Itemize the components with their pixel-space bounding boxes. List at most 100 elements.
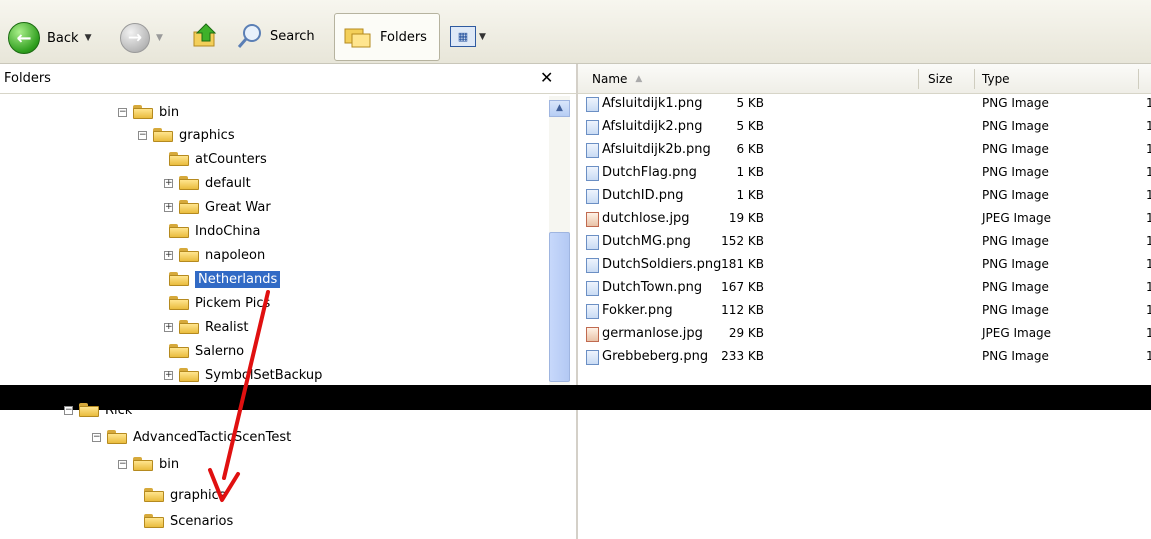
sort-up-icon: ▲ (635, 73, 643, 84)
tree-item[interactable]: − Rick (64, 399, 132, 421)
file-date-modified: 1 (1146, 188, 1151, 202)
collapse-icon[interactable]: − (138, 130, 147, 140)
tree-item[interactable]: Salerno (169, 340, 244, 362)
file-type: JPEG Image (982, 211, 1052, 225)
file-type: PNG Image (982, 303, 1049, 317)
expand-icon[interactable]: + (164, 250, 173, 260)
collapse-icon[interactable]: − (118, 107, 127, 117)
tree-item[interactable]: IndoChina (169, 220, 260, 242)
folder-icon (169, 224, 189, 238)
file-type: PNG Image (982, 142, 1049, 156)
file-row[interactable]: germanlose.jpg 29 KB JPEG Image 1 (578, 324, 1151, 346)
toolbar: ← Back ▼ → ▼ Search Folders ▦ ▼ (0, 0, 1151, 64)
up-folder-button[interactable] (190, 20, 220, 50)
collapse-icon[interactable]: − (64, 405, 73, 415)
back-arrow-icon: ← (8, 22, 40, 54)
jpeg-file-icon (586, 212, 599, 227)
tree-item[interactable]: + Great War (164, 196, 271, 218)
file-row[interactable]: Afsluitdijk2b.png 6 KB PNG Image 1 (578, 140, 1151, 162)
png-file-icon (586, 304, 599, 319)
tree-item-label: Scenarios (170, 513, 234, 529)
png-file-icon (586, 258, 599, 273)
explorer-window: ← Back ▼ → ▼ Search Folders ▦ ▼ Folders … (0, 0, 1151, 539)
expand-icon[interactable]: + (164, 202, 173, 212)
folder-icon (179, 368, 199, 382)
search-button[interactable]: Search (236, 22, 315, 50)
folders-button[interactable]: Folders (334, 13, 440, 61)
tree-item[interactable]: atCounters (169, 148, 267, 170)
tree-item-label: Realist (205, 319, 249, 335)
file-size: 181 KB (721, 257, 764, 271)
png-file-icon (586, 281, 599, 296)
back-label: Back (47, 30, 79, 46)
column-divider[interactable] (1138, 69, 1139, 89)
file-type: PNG Image (982, 234, 1049, 248)
tree-item[interactable]: + Realist (164, 316, 249, 338)
scroll-up-icon[interactable]: ▲ (549, 100, 570, 117)
file-row[interactable]: DutchFlag.png 1 KB PNG Image 1 (578, 163, 1151, 185)
folder-icon (144, 514, 164, 528)
collapse-icon[interactable]: − (92, 432, 101, 442)
tree-item[interactable]: Scenarios (144, 510, 233, 532)
forward-dropdown-icon[interactable]: ▼ (156, 33, 163, 43)
views-dropdown-icon[interactable]: ▼ (479, 32, 486, 42)
png-file-icon (586, 97, 599, 112)
expand-icon[interactable]: + (164, 178, 173, 188)
tree-item[interactable]: Pickem Pics (169, 292, 270, 314)
views-button[interactable]: ▦ ▼ (450, 26, 486, 47)
column-header-name[interactable]: Name ▲ (592, 64, 642, 93)
up-folder-icon (193, 23, 217, 47)
file-row[interactable]: Grebbeberg.png 233 KB PNG Image 1 (578, 347, 1151, 369)
file-row[interactable]: DutchMG.png 152 KB PNG Image 1 (578, 232, 1151, 254)
tree-item[interactable]: Netherlands (169, 268, 281, 290)
column-header-size[interactable]: Size (928, 64, 953, 93)
file-row[interactable]: Afsluitdijk1.png 5 KB PNG Image 1 (578, 94, 1151, 116)
column-divider[interactable] (918, 69, 919, 89)
file-row[interactable]: DutchTown.png 167 KB PNG Image 1 (578, 278, 1151, 300)
tree-item-label: bin (159, 104, 180, 120)
file-size: 6 KB (736, 142, 764, 156)
scrollbar-thumb[interactable] (549, 232, 570, 382)
tree-item[interactable]: + SymbolSetBackup (164, 364, 322, 386)
file-row[interactable]: Afsluitdijk2.png 5 KB PNG Image 1 (578, 117, 1151, 139)
file-date-modified: 1 (1146, 280, 1151, 294)
column-header-type[interactable]: Type (982, 64, 1010, 93)
png-file-icon (586, 350, 599, 365)
back-button[interactable]: ← Back ▼ (8, 22, 91, 54)
back-dropdown-icon[interactable]: ▼ (85, 33, 92, 43)
tree-item-label: IndoChina (195, 223, 261, 239)
expand-icon[interactable]: + (164, 370, 173, 380)
tree-item[interactable]: + napoleon (164, 244, 265, 266)
tree-item[interactable]: + default (164, 172, 251, 194)
jpeg-file-icon (586, 327, 599, 342)
expand-icon[interactable]: + (164, 322, 173, 332)
file-size: 5 KB (736, 119, 764, 133)
file-date-modified: 1 (1146, 142, 1151, 156)
file-row[interactable]: DutchSoldiers.png 181 KB PNG Image 1 (578, 255, 1151, 277)
file-name: Fokker.png (602, 303, 673, 318)
file-row[interactable]: Fokker.png 112 KB PNG Image 1 (578, 301, 1151, 323)
folder-icon (169, 272, 189, 286)
collapse-icon[interactable]: − (118, 459, 127, 469)
file-name: Grebbeberg.png (602, 349, 709, 364)
folders-pane-header: Folders ✕ (0, 64, 576, 94)
file-date-modified: 1 (1146, 211, 1151, 225)
file-row[interactable]: dutchlose.jpg 19 KB JPEG Image 1 (578, 209, 1151, 231)
tree-item-label: atCounters (195, 151, 267, 167)
tree-item[interactable]: − bin (118, 101, 179, 123)
file-type: PNG Image (982, 280, 1049, 294)
column-divider[interactable] (974, 69, 975, 89)
tree-item[interactable]: graphics (144, 484, 226, 506)
tree-item[interactable]: − AdvancedTacticScenTest (92, 426, 291, 448)
file-row[interactable]: DutchID.png 1 KB PNG Image 1 (578, 186, 1151, 208)
forward-button[interactable]: → ▼ (120, 23, 163, 53)
close-icon[interactable]: ✕ (540, 68, 553, 87)
tree-item[interactable]: − bin (118, 453, 179, 475)
folders-pane-title: Folders (4, 71, 51, 86)
screenshot-separator (0, 385, 1151, 410)
tree-item-label: Great War (205, 199, 271, 215)
folder-icon (153, 128, 173, 142)
file-name: DutchSoldiers.png (602, 257, 722, 272)
tree-item[interactable]: − graphics (138, 124, 235, 146)
file-name: Afsluitdijk2b.png (602, 142, 711, 157)
